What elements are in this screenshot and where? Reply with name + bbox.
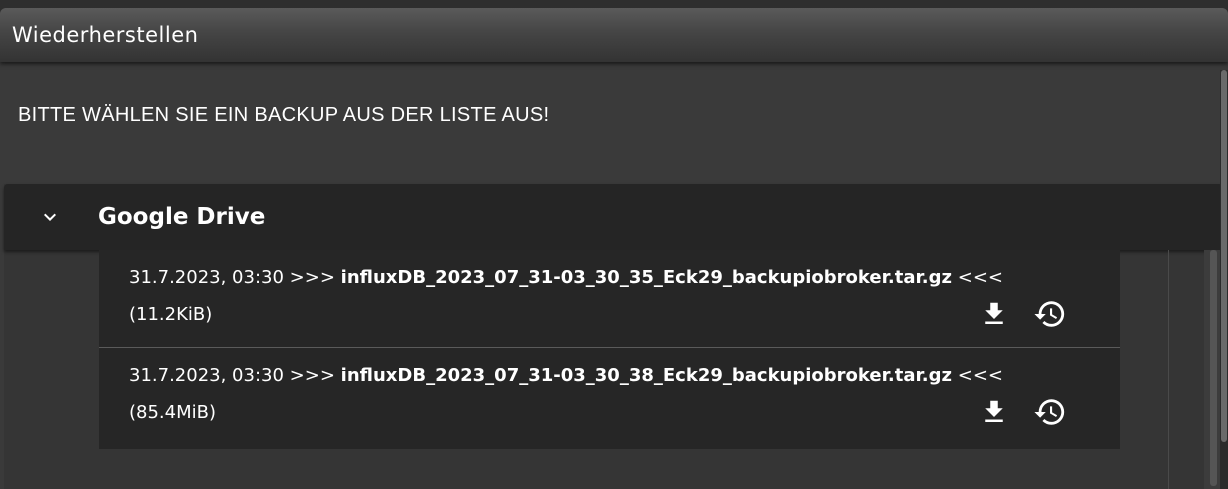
list-scrollbar-thumb[interactable] xyxy=(1210,250,1217,486)
backup-list-container: 31.7.2023, 03:30 >>> influxDB_2023_07_31… xyxy=(4,250,1169,489)
chevron-down-icon[interactable] xyxy=(38,205,62,229)
backup-datetime: 31.7.2023, 03:30 xyxy=(129,267,284,288)
backup-list-item: 31.7.2023, 03:30 >>> influxDB_2023_07_31… xyxy=(99,250,1120,348)
backup-info: 31.7.2023, 03:30 >>> influxDB_2023_07_31… xyxy=(129,365,1003,386)
dialog-titlebar: Wiederherstellen xyxy=(0,8,1228,62)
backup-size: (85.4MiB) xyxy=(129,402,217,423)
backup-filename: influxDB_2023_07_31-03_30_38_Eck29_backu… xyxy=(340,365,953,386)
dialog-scrollbar-thumb[interactable] xyxy=(1221,70,1227,442)
restore-button[interactable] xyxy=(1033,395,1067,429)
backup-prefix: >>> xyxy=(289,365,335,386)
restore-dialog: Wiederherstellen BITTE WÄHLEN SIE EIN BA… xyxy=(0,8,1228,489)
google-drive-accordion: Google Drive 31.7.2023, 03:30 >>> influx… xyxy=(4,184,1223,489)
backup-suffix: <<< xyxy=(957,267,1003,288)
restore-history-icon xyxy=(1034,399,1065,425)
restore-button[interactable] xyxy=(1033,297,1067,331)
backup-filename: influxDB_2023_07_31-03_30_35_Eck29_backu… xyxy=(340,267,953,288)
backup-size: (11.2KiB) xyxy=(129,304,213,325)
backup-prefix: >>> xyxy=(289,267,335,288)
backup-info: 31.7.2023, 03:30 >>> influxDB_2023_07_31… xyxy=(129,267,1003,288)
select-backup-prompt: BITTE WÄHLEN SIE EIN BACKUP AUS DER LIST… xyxy=(18,104,550,126)
dialog-title: Wiederherstellen xyxy=(12,23,199,47)
download-icon xyxy=(985,302,1003,324)
restore-history-icon xyxy=(1034,301,1065,327)
download-icon xyxy=(985,400,1003,422)
download-button[interactable] xyxy=(977,297,1011,331)
accordion-title: Google Drive xyxy=(98,204,266,230)
dialog-scrollbar[interactable] xyxy=(1220,70,1228,489)
backup-list: 31.7.2023, 03:30 >>> influxDB_2023_07_31… xyxy=(99,250,1120,449)
google-drive-accordion-header[interactable]: Google Drive xyxy=(4,184,1223,250)
backup-suffix: <<< xyxy=(957,365,1003,386)
backup-list-item: 31.7.2023, 03:30 >>> influxDB_2023_07_31… xyxy=(99,348,1120,449)
backup-datetime: 31.7.2023, 03:30 xyxy=(129,365,284,386)
download-button[interactable] xyxy=(977,395,1011,429)
